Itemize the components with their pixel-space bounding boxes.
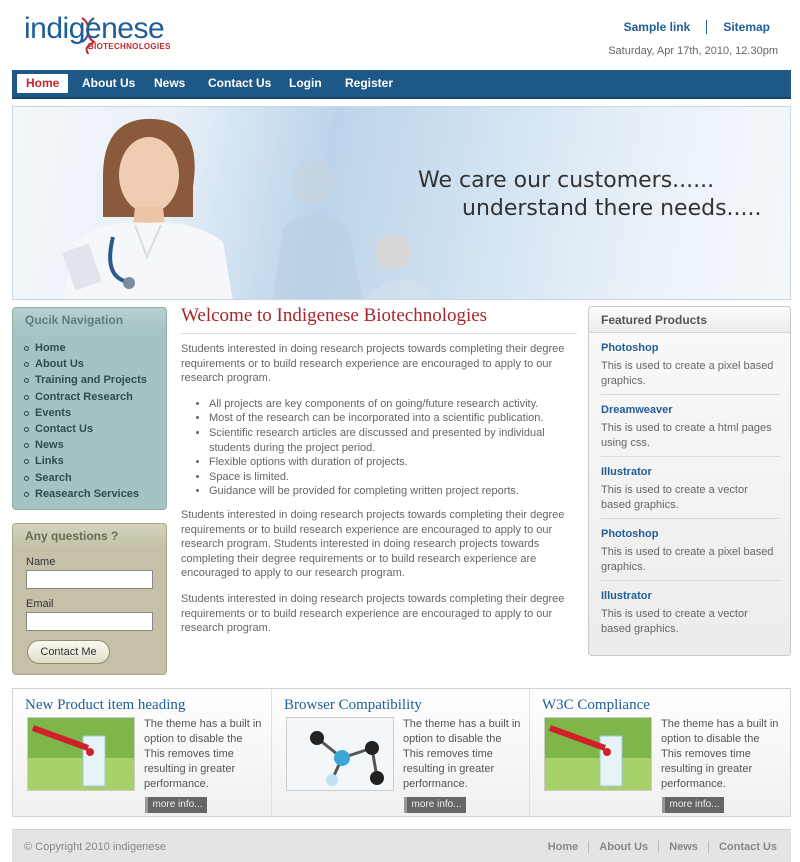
questions-form: Any questions ? Name Email Contact Me bbox=[12, 523, 167, 675]
quick-nav-item[interactable]: Contract Research bbox=[13, 389, 166, 405]
product-name[interactable]: Illustrator bbox=[601, 590, 780, 602]
sitemap-link[interactable]: Sitemap bbox=[723, 20, 770, 34]
bullet-item: Space is limited. bbox=[209, 470, 577, 485]
footer-link-news[interactable]: News bbox=[658, 841, 708, 853]
body-paragraph: Students interested in doing research pr… bbox=[181, 508, 565, 580]
feature-heading[interactable]: Browser Compatibility bbox=[284, 697, 422, 714]
patient-illustration bbox=[273, 160, 433, 299]
sample-link[interactable]: Sample link bbox=[624, 20, 691, 34]
quick-nav-item[interactable]: Home bbox=[13, 340, 166, 356]
product-desc: This is used to create a html pages usin… bbox=[601, 422, 772, 449]
feature-heading[interactable]: New Product item heading bbox=[25, 697, 185, 714]
top-links-divider bbox=[706, 20, 708, 34]
intro-paragraph: Students interested in doing research pr… bbox=[181, 343, 565, 385]
product-name[interactable]: Illustrator bbox=[601, 466, 780, 478]
site-logo[interactable]: indigenese BIOTECHNOLOGIES bbox=[24, 12, 170, 54]
feature-heading[interactable]: W3C Compliance bbox=[542, 697, 650, 714]
nav-register[interactable]: Register bbox=[345, 70, 393, 97]
feature-column: W3C Compliance The theme has a built in … bbox=[529, 689, 784, 816]
copyright-text: © Copyright 2010 indigenese bbox=[24, 841, 167, 853]
lab-pipette-image bbox=[544, 717, 652, 791]
product-item: Photoshop This is used to create a pixel… bbox=[601, 519, 780, 581]
name-label: Name bbox=[26, 556, 56, 568]
quick-navigation-box: Qucik Navigation Home About Us Training … bbox=[12, 307, 167, 510]
more-info-button[interactable]: more info... bbox=[145, 797, 207, 813]
feature-column: New Product item heading The theme has a… bbox=[13, 689, 268, 816]
bullet-item: Flexible options with duration of projec… bbox=[209, 455, 577, 470]
featured-title: Featured Products bbox=[589, 307, 790, 333]
nav-home[interactable]: Home bbox=[17, 74, 69, 93]
quick-nav-item[interactable]: News bbox=[13, 437, 166, 453]
product-name[interactable]: Photoshop bbox=[601, 528, 780, 540]
bullet-item: Guidance will be provided for completing… bbox=[209, 484, 577, 499]
quick-nav-item[interactable]: Events bbox=[13, 405, 166, 421]
quick-nav-item[interactable]: Training and Projects bbox=[13, 372, 166, 388]
banner-tagline: We care our customers...... understand t… bbox=[418, 167, 762, 223]
page-title: Welcome to Indigenese Biotechnologies bbox=[181, 305, 577, 334]
contact-me-button[interactable]: Contact Me bbox=[27, 640, 110, 664]
footer-link-home[interactable]: Home bbox=[538, 841, 589, 853]
main-nav: Home About Us News Contact Us Login Regi… bbox=[12, 70, 791, 99]
research-bullets: All projects are key components of on go… bbox=[209, 397, 577, 499]
feature-text: The theme has a built in option to disab… bbox=[144, 718, 262, 790]
product-desc: This is used to create a vector based gr… bbox=[601, 484, 748, 511]
footer-link-contact-us[interactable]: Contact Us bbox=[707, 841, 777, 853]
quick-nav-item[interactable]: About Us bbox=[13, 356, 166, 372]
product-item: Illustrator This is used to create a vec… bbox=[601, 457, 780, 519]
product-desc: This is used to create a vector based gr… bbox=[601, 608, 748, 635]
quick-nav-item[interactable]: Links bbox=[13, 453, 166, 469]
feature-panel: New Product item heading The theme has a… bbox=[12, 688, 791, 817]
product-item: Dreamweaver This is used to create a htm… bbox=[601, 395, 780, 457]
lab-pipette-image bbox=[27, 717, 135, 791]
top-links: Sample link Sitemap bbox=[624, 20, 770, 34]
email-label: Email bbox=[26, 598, 54, 610]
product-name[interactable]: Photoshop bbox=[601, 342, 780, 354]
hero-banner: We care our customers...... understand t… bbox=[12, 106, 791, 300]
feature-text: The theme has a built in option to disab… bbox=[661, 718, 779, 790]
name-input[interactable] bbox=[26, 570, 153, 589]
current-date: Saturday, Apr 17th, 2010, 12.30pm bbox=[608, 45, 778, 57]
quick-nav-item[interactable]: Contact Us bbox=[13, 421, 166, 437]
banner-line-2: understand there needs..... bbox=[462, 196, 762, 221]
bullet-item: All projects are key components of on go… bbox=[209, 397, 577, 412]
quick-nav-item[interactable]: Search bbox=[13, 470, 166, 486]
molecule-image bbox=[286, 717, 394, 791]
more-info-button[interactable]: more info... bbox=[404, 797, 466, 813]
logo-subtitle: BIOTECHNOLOGIES bbox=[88, 42, 171, 51]
feature-text: The theme has a built in option to disab… bbox=[403, 718, 521, 790]
body-paragraph: Students interested in doing research pr… bbox=[181, 592, 565, 635]
feature-column: Browser Compatibility The theme has a bu… bbox=[271, 689, 526, 816]
more-info-button[interactable]: more info... bbox=[662, 797, 724, 813]
quick-nav-item[interactable]: Reasearch Services bbox=[13, 486, 166, 502]
questions-title: Any questions ? bbox=[13, 524, 166, 548]
featured-products: Featured Products Photoshop This is used… bbox=[588, 306, 791, 656]
bullet-item: Scientific research articles are discuss… bbox=[209, 426, 577, 455]
doctor-image bbox=[62, 118, 233, 299]
email-input[interactable] bbox=[26, 612, 153, 631]
bullet-item: Most of the research can be incorporated… bbox=[209, 411, 577, 426]
quick-navigation-title: Qucik Navigation bbox=[13, 308, 166, 332]
product-item: Illustrator This is used to create a vec… bbox=[601, 581, 780, 643]
nav-login[interactable]: Login bbox=[289, 70, 322, 97]
site-footer: © Copyright 2010 indigenese Home About U… bbox=[12, 829, 791, 862]
footer-links: Home About Us News Contact Us bbox=[538, 841, 777, 853]
product-name[interactable]: Dreamweaver bbox=[601, 404, 780, 416]
nav-news[interactable]: News bbox=[154, 70, 185, 97]
product-desc: This is used to create a pixel based gra… bbox=[601, 546, 774, 573]
banner-line-1: We care our customers...... bbox=[418, 168, 715, 193]
footer-link-about-us[interactable]: About Us bbox=[588, 841, 658, 853]
product-item: Photoshop This is used to create a pixel… bbox=[601, 333, 780, 395]
nav-about-us[interactable]: About Us bbox=[82, 70, 135, 97]
nav-contact-us[interactable]: Contact Us bbox=[208, 70, 271, 97]
product-desc: This is used to create a pixel based gra… bbox=[601, 360, 774, 387]
main-content: Welcome to Indigenese Biotechnologies St… bbox=[181, 305, 577, 647]
